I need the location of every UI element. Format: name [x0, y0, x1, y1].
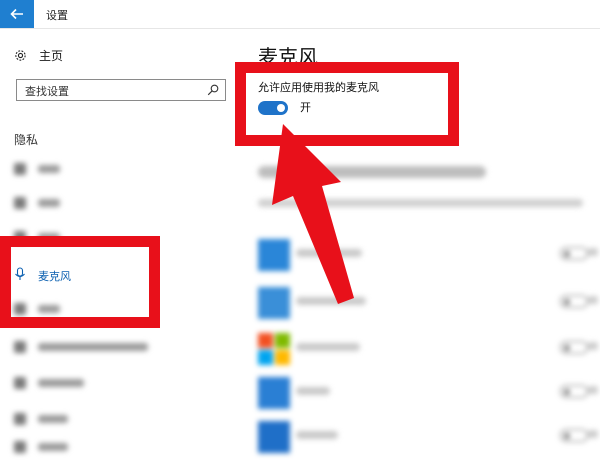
sidebar-item-blurred[interactable]	[14, 377, 84, 389]
app-toggle-label	[588, 342, 598, 350]
app-icon	[258, 239, 290, 271]
app-toggle[interactable]	[560, 429, 588, 442]
app-toggle-label	[588, 248, 598, 256]
sidebar-item-blurred[interactable]	[14, 413, 68, 425]
app-icon	[258, 377, 290, 409]
blurred-label	[38, 165, 60, 173]
app-icon	[258, 421, 290, 453]
highlight-box-toggle	[235, 62, 459, 146]
blurred-label	[38, 199, 60, 207]
sidebar-item-blurred[interactable]	[14, 441, 68, 453]
app-toggle-label	[588, 296, 598, 304]
app-row	[258, 239, 600, 279]
app-toggle[interactable]	[560, 385, 588, 398]
window-title: 设置	[46, 9, 68, 22]
blurred-heading	[258, 166, 486, 178]
sidebar-item-blurred[interactable]	[14, 197, 60, 209]
app-name	[296, 297, 366, 305]
contacts-icon	[14, 413, 26, 425]
app-row	[258, 287, 600, 327]
app-name	[296, 249, 362, 257]
speech-icon	[14, 341, 26, 353]
highlight-box-sidebar	[0, 236, 160, 328]
sidebar-item-blurred[interactable]	[14, 163, 60, 175]
blurred-label	[38, 379, 84, 387]
app-row	[258, 377, 600, 417]
blurred-label	[38, 343, 148, 351]
title-bar: 设置	[0, 0, 600, 29]
sidebar-item-blurred[interactable]	[14, 341, 148, 353]
blurred-label	[38, 415, 68, 423]
app-name	[296, 387, 330, 395]
search-input[interactable]	[23, 81, 197, 102]
app-name	[296, 431, 338, 439]
location-icon	[14, 163, 26, 175]
sidebar-home-label: 主页	[39, 49, 64, 63]
app-toggle[interactable]	[560, 295, 588, 308]
app-row	[258, 421, 600, 461]
app-toggle[interactable]	[560, 341, 588, 354]
back-button[interactable]	[0, 0, 34, 28]
sidebar-item-home[interactable]: 主页	[14, 47, 63, 64]
app-toggle[interactable]	[560, 247, 588, 260]
app-name	[296, 343, 360, 351]
search-icon[interactable]	[207, 84, 219, 96]
calendar-icon	[14, 441, 26, 453]
blurred-description	[258, 199, 583, 207]
arrow-left-icon	[10, 8, 23, 20]
account-icon	[14, 377, 26, 389]
app-toggle-label	[588, 430, 598, 438]
search-box[interactable]	[16, 79, 226, 102]
office-icon	[258, 333, 290, 365]
gear-icon	[15, 50, 26, 61]
app-toggle-label	[588, 386, 598, 394]
camera-icon	[14, 197, 26, 209]
app-row	[258, 333, 600, 373]
app-icon	[258, 287, 290, 319]
section-title-privacy: 隐私	[14, 133, 39, 147]
